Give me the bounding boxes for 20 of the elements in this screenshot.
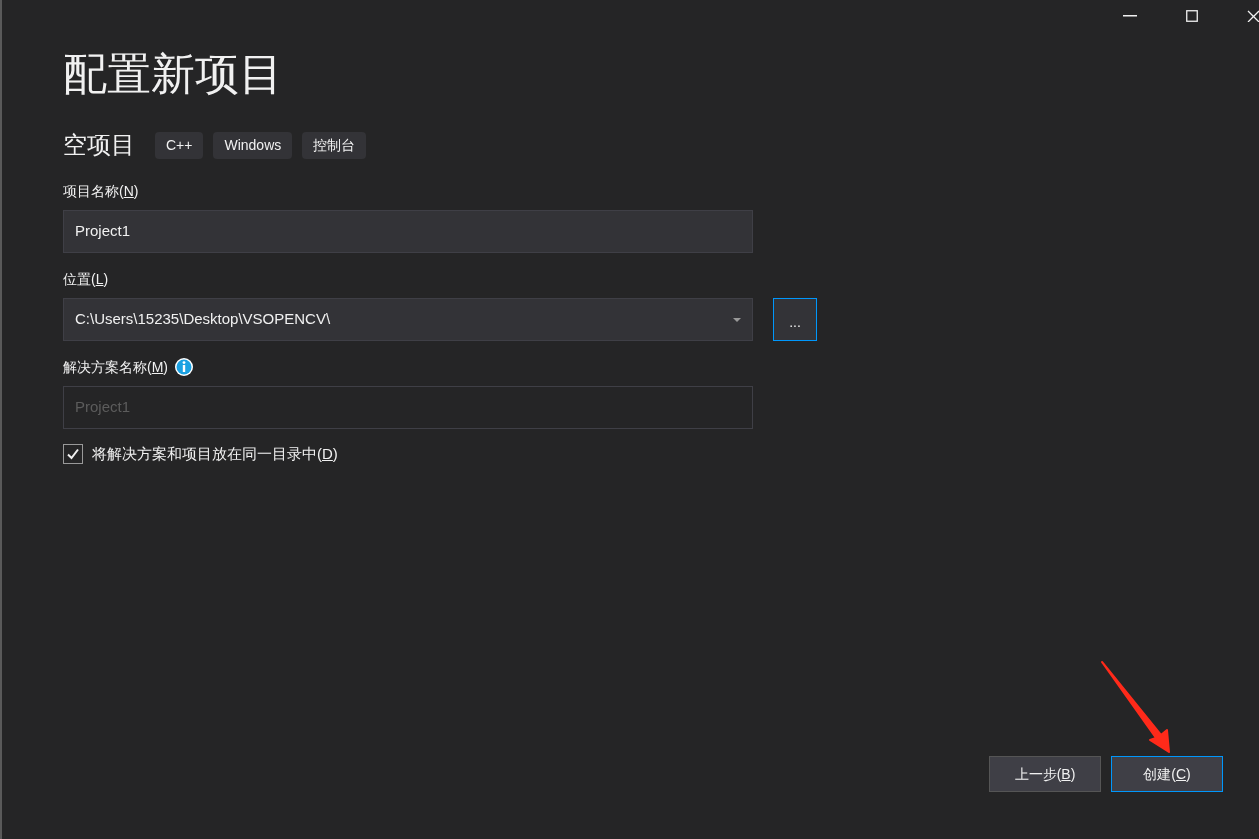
close-icon[interactable] [1247, 10, 1259, 22]
field-label: 位置(L) [63, 269, 109, 289]
dialog-button[interactable]: 创建(C) [1111, 756, 1223, 792]
checkbox[interactable] [63, 444, 83, 465]
tag: 控制台 [302, 131, 367, 159]
tag: Windows [213, 131, 293, 159]
maximize-icon[interactable] [1186, 10, 1198, 22]
dialog-button[interactable]: 上一步(B) [989, 756, 1101, 792]
caret-icon[interactable] [733, 317, 741, 322]
tag: C++ [155, 131, 204, 159]
field-label: 解决方案名称(M) [63, 357, 168, 377]
checkbox-label: 将解决方案和项目放在同一目录中(D) [92, 444, 338, 464]
browse-button[interactable]: ... [773, 298, 817, 341]
page-title: 配置新项目 [63, 48, 284, 100]
minimize-icon[interactable] [1123, 15, 1137, 17]
input-field[interactable]: Project1 [63, 210, 753, 253]
checkmark-icon [66, 447, 80, 462]
template-name: 空项目 [63, 130, 135, 160]
location-dropdown[interactable]: C:\Users\15235\Desktop\VSOPENCV\ [63, 298, 753, 341]
field-label: 项目名称(N) [63, 181, 139, 201]
